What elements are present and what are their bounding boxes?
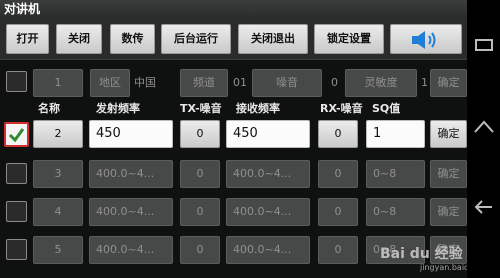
confirm-button[interactable]: 确定 [430,120,467,148]
channel-row-2: 2 450 0 450 0 1 确定 [0,118,467,150]
rx-noise-button[interactable]: 0 [318,198,358,226]
watermark-url: jingyan.baidu.com [420,263,467,272]
speaker-icon [412,31,436,49]
channel-row-4: 4 400.0~4... 0 400.0~4... 0 0~8 确定 [0,196,467,228]
channel-5-checkbox[interactable] [6,239,27,260]
tx-noise-button[interactable]: 0 [180,120,220,148]
watermark-brand: Bai du 经验 [380,246,463,262]
header-rx-noise: RX-噪音 [320,102,363,115]
channel-number[interactable]: 4 [33,198,83,226]
confirm-button[interactable]: 确定 [430,198,467,226]
close-exit-button[interactable]: 关闭退出 [238,24,308,54]
header-tx-noise: TX-噪音 [180,102,222,115]
settings-confirm-button[interactable]: 确定 [430,69,467,97]
checkmark-icon [8,128,25,143]
recent-apps-icon[interactable] [473,38,495,52]
toolbar: 打开 关闭 数传 后台运行 关闭退出 锁定设置 [0,18,467,60]
back-icon[interactable] [473,198,495,216]
channel-1-number[interactable]: 1 [33,69,83,97]
rx-frequency-input[interactable]: 450 [226,120,310,148]
tx-frequency-input[interactable]: 400.0~4... [89,236,173,264]
run-background-button[interactable]: 后台运行 [161,24,231,54]
tx-noise-button[interactable]: 0 [180,198,220,226]
header-rx-freq: 接收频率 [236,102,280,115]
channel-number[interactable]: 5 [33,236,83,264]
tx-noise-button[interactable]: 0 [180,160,220,188]
tx-frequency-input[interactable]: 400.0~4... [89,160,173,188]
channel-label: 频道 [180,69,228,97]
region-label: 地区 [90,69,130,97]
header-tx-freq: 发射频率 [96,102,140,115]
data-transfer-button[interactable]: 数传 [110,24,155,54]
sensitivity-value: 1 [421,76,428,89]
rx-frequency-input[interactable]: 400.0~4... [226,236,310,264]
close-button[interactable]: 关闭 [56,24,102,54]
channel-row-3: 3 400.0~4... 0 400.0~4... 0 0~8 确定 [0,158,467,190]
header-name: 名称 [38,102,60,115]
home-icon[interactable] [473,118,495,136]
channel-value: 01 [233,76,247,89]
channel-2-checkbox[interactable] [4,122,29,147]
tx-frequency-input[interactable]: 400.0~4... [89,198,173,226]
volume-button[interactable] [390,24,462,54]
rx-noise-button[interactable]: 0 [318,236,358,264]
channel-3-checkbox[interactable] [6,163,27,184]
tx-noise-button[interactable]: 0 [180,236,220,264]
rx-frequency-input[interactable]: 400.0~4... [226,198,310,226]
open-button[interactable]: 打开 [6,24,49,54]
tx-frequency-input[interactable]: 450 [89,120,173,148]
header-sq: SQ值 [372,102,401,115]
app-title: 对讲机 [0,0,467,18]
channel-4-checkbox[interactable] [6,201,27,222]
channel-number[interactable]: 2 [33,120,83,148]
channel-number[interactable]: 3 [33,160,83,188]
sq-value-input[interactable]: 1 [366,120,425,148]
region-value: 中国 [134,76,156,89]
sq-value-input[interactable]: 0~8 [366,160,425,188]
channel-1-checkbox[interactable] [6,71,27,92]
settings-row: 1 地区 中国 频道 01 噪音 0 灵敏度 1 确定 [0,68,467,98]
sensitivity-label: 灵敏度 [345,69,417,97]
rx-frequency-input[interactable]: 400.0~4... [226,160,310,188]
confirm-button[interactable]: 确定 [430,160,467,188]
noise-label: 噪音 [252,69,322,97]
noise-value: 0 [331,76,338,89]
system-nav-bar [467,0,500,278]
lock-settings-button[interactable]: 锁定设置 [314,24,384,54]
sq-value-input[interactable]: 0~8 [366,198,425,226]
rx-noise-button[interactable]: 0 [318,160,358,188]
walkie-talkie-app: 对讲机 打开 关闭 数传 后台运行 关闭退出 锁定设置 1 地区 中国 频道 0… [0,0,467,278]
rx-noise-button[interactable]: 0 [318,120,358,148]
